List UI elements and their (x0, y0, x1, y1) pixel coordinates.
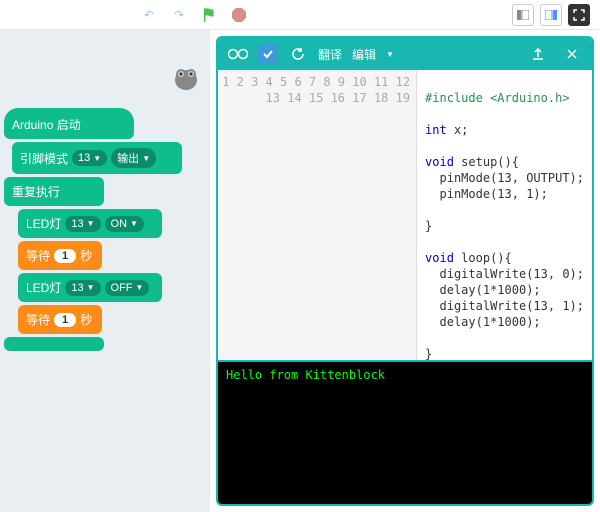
code-panel: 翻译 编辑 ▼ 1 2 3 4 5 6 7 8 9 10 11 12 13 14… (216, 36, 594, 506)
wait-value[interactable]: 1 (54, 249, 76, 263)
topbar: ↶ ↷ (0, 0, 600, 30)
block-label: 引脚模式 (20, 150, 68, 167)
pin-dropdown[interactable]: 13▼ (65, 280, 100, 296)
block-wait-1[interactable]: 等待 1 秒 (18, 241, 102, 270)
edit-link[interactable]: 编辑 (352, 46, 376, 63)
line-gutter: 1 2 3 4 5 6 7 8 9 10 11 12 13 14 15 16 1… (218, 70, 417, 360)
block-label: 等待 (26, 311, 50, 328)
block-label: LED灯 (26, 215, 61, 232)
blocks-workspace[interactable]: Arduino 启动 引脚模式 13▼ 输出▼ 重复执行 LED灯 13▼ ON… (0, 30, 210, 512)
fullscreen-button[interactable] (568, 4, 590, 26)
upload-icon[interactable] (528, 44, 548, 64)
check-icon[interactable] (258, 44, 278, 64)
block-label: Arduino 启动 (12, 116, 81, 133)
pin-dropdown[interactable]: 13▼ (72, 150, 107, 166)
sprite-owl-icon (170, 60, 202, 92)
close-icon[interactable] (562, 44, 582, 64)
console-line: Hello from Kittenblock (226, 368, 385, 382)
block-forever-end[interactable] (4, 337, 104, 351)
redo-icon[interactable]: ↷ (170, 6, 188, 24)
block-wait-2[interactable]: 等待 1 秒 (18, 305, 102, 334)
state-dropdown[interactable]: ON▼ (105, 216, 144, 232)
undo-icon[interactable]: ↶ (140, 6, 158, 24)
block-label: 等待 (26, 247, 50, 264)
wait-value[interactable]: 1 (54, 313, 76, 327)
green-flag-icon[interactable] (200, 6, 218, 24)
translate-link[interactable]: 翻译 (318, 46, 342, 63)
wait-unit: 秒 (80, 247, 92, 264)
code-editor[interactable]: 1 2 3 4 5 6 7 8 9 10 11 12 13 14 15 16 1… (218, 70, 592, 360)
mode-dropdown[interactable]: 输出▼ (111, 148, 156, 168)
block-led-off[interactable]: LED灯 13▼ OFF▼ (18, 273, 162, 302)
block-forever[interactable]: 重复执行 (4, 177, 104, 206)
wait-unit: 秒 (80, 311, 92, 328)
refresh-icon[interactable] (288, 44, 308, 64)
block-arduino-start[interactable]: Arduino 启动 (4, 108, 134, 139)
layout-1-button[interactable] (512, 4, 534, 26)
state-dropdown[interactable]: OFF▼ (105, 280, 150, 296)
block-label: 重复执行 (12, 183, 60, 200)
block-led-on[interactable]: LED灯 13▼ ON▼ (18, 209, 162, 238)
pin-dropdown[interactable]: 13▼ (65, 216, 100, 232)
code-text[interactable]: #include <Arduino.h> int x; void setup()… (417, 70, 592, 360)
layout-2-button[interactable] (540, 4, 562, 26)
code-header: 翻译 编辑 ▼ (218, 38, 592, 70)
block-label: LED灯 (26, 279, 61, 296)
arduino-icon[interactable] (228, 44, 248, 64)
block-pinmode[interactable]: 引脚模式 13▼ 输出▼ (12, 142, 182, 174)
stop-icon[interactable] (230, 6, 248, 24)
serial-console[interactable]: Hello from Kittenblock (218, 360, 592, 504)
